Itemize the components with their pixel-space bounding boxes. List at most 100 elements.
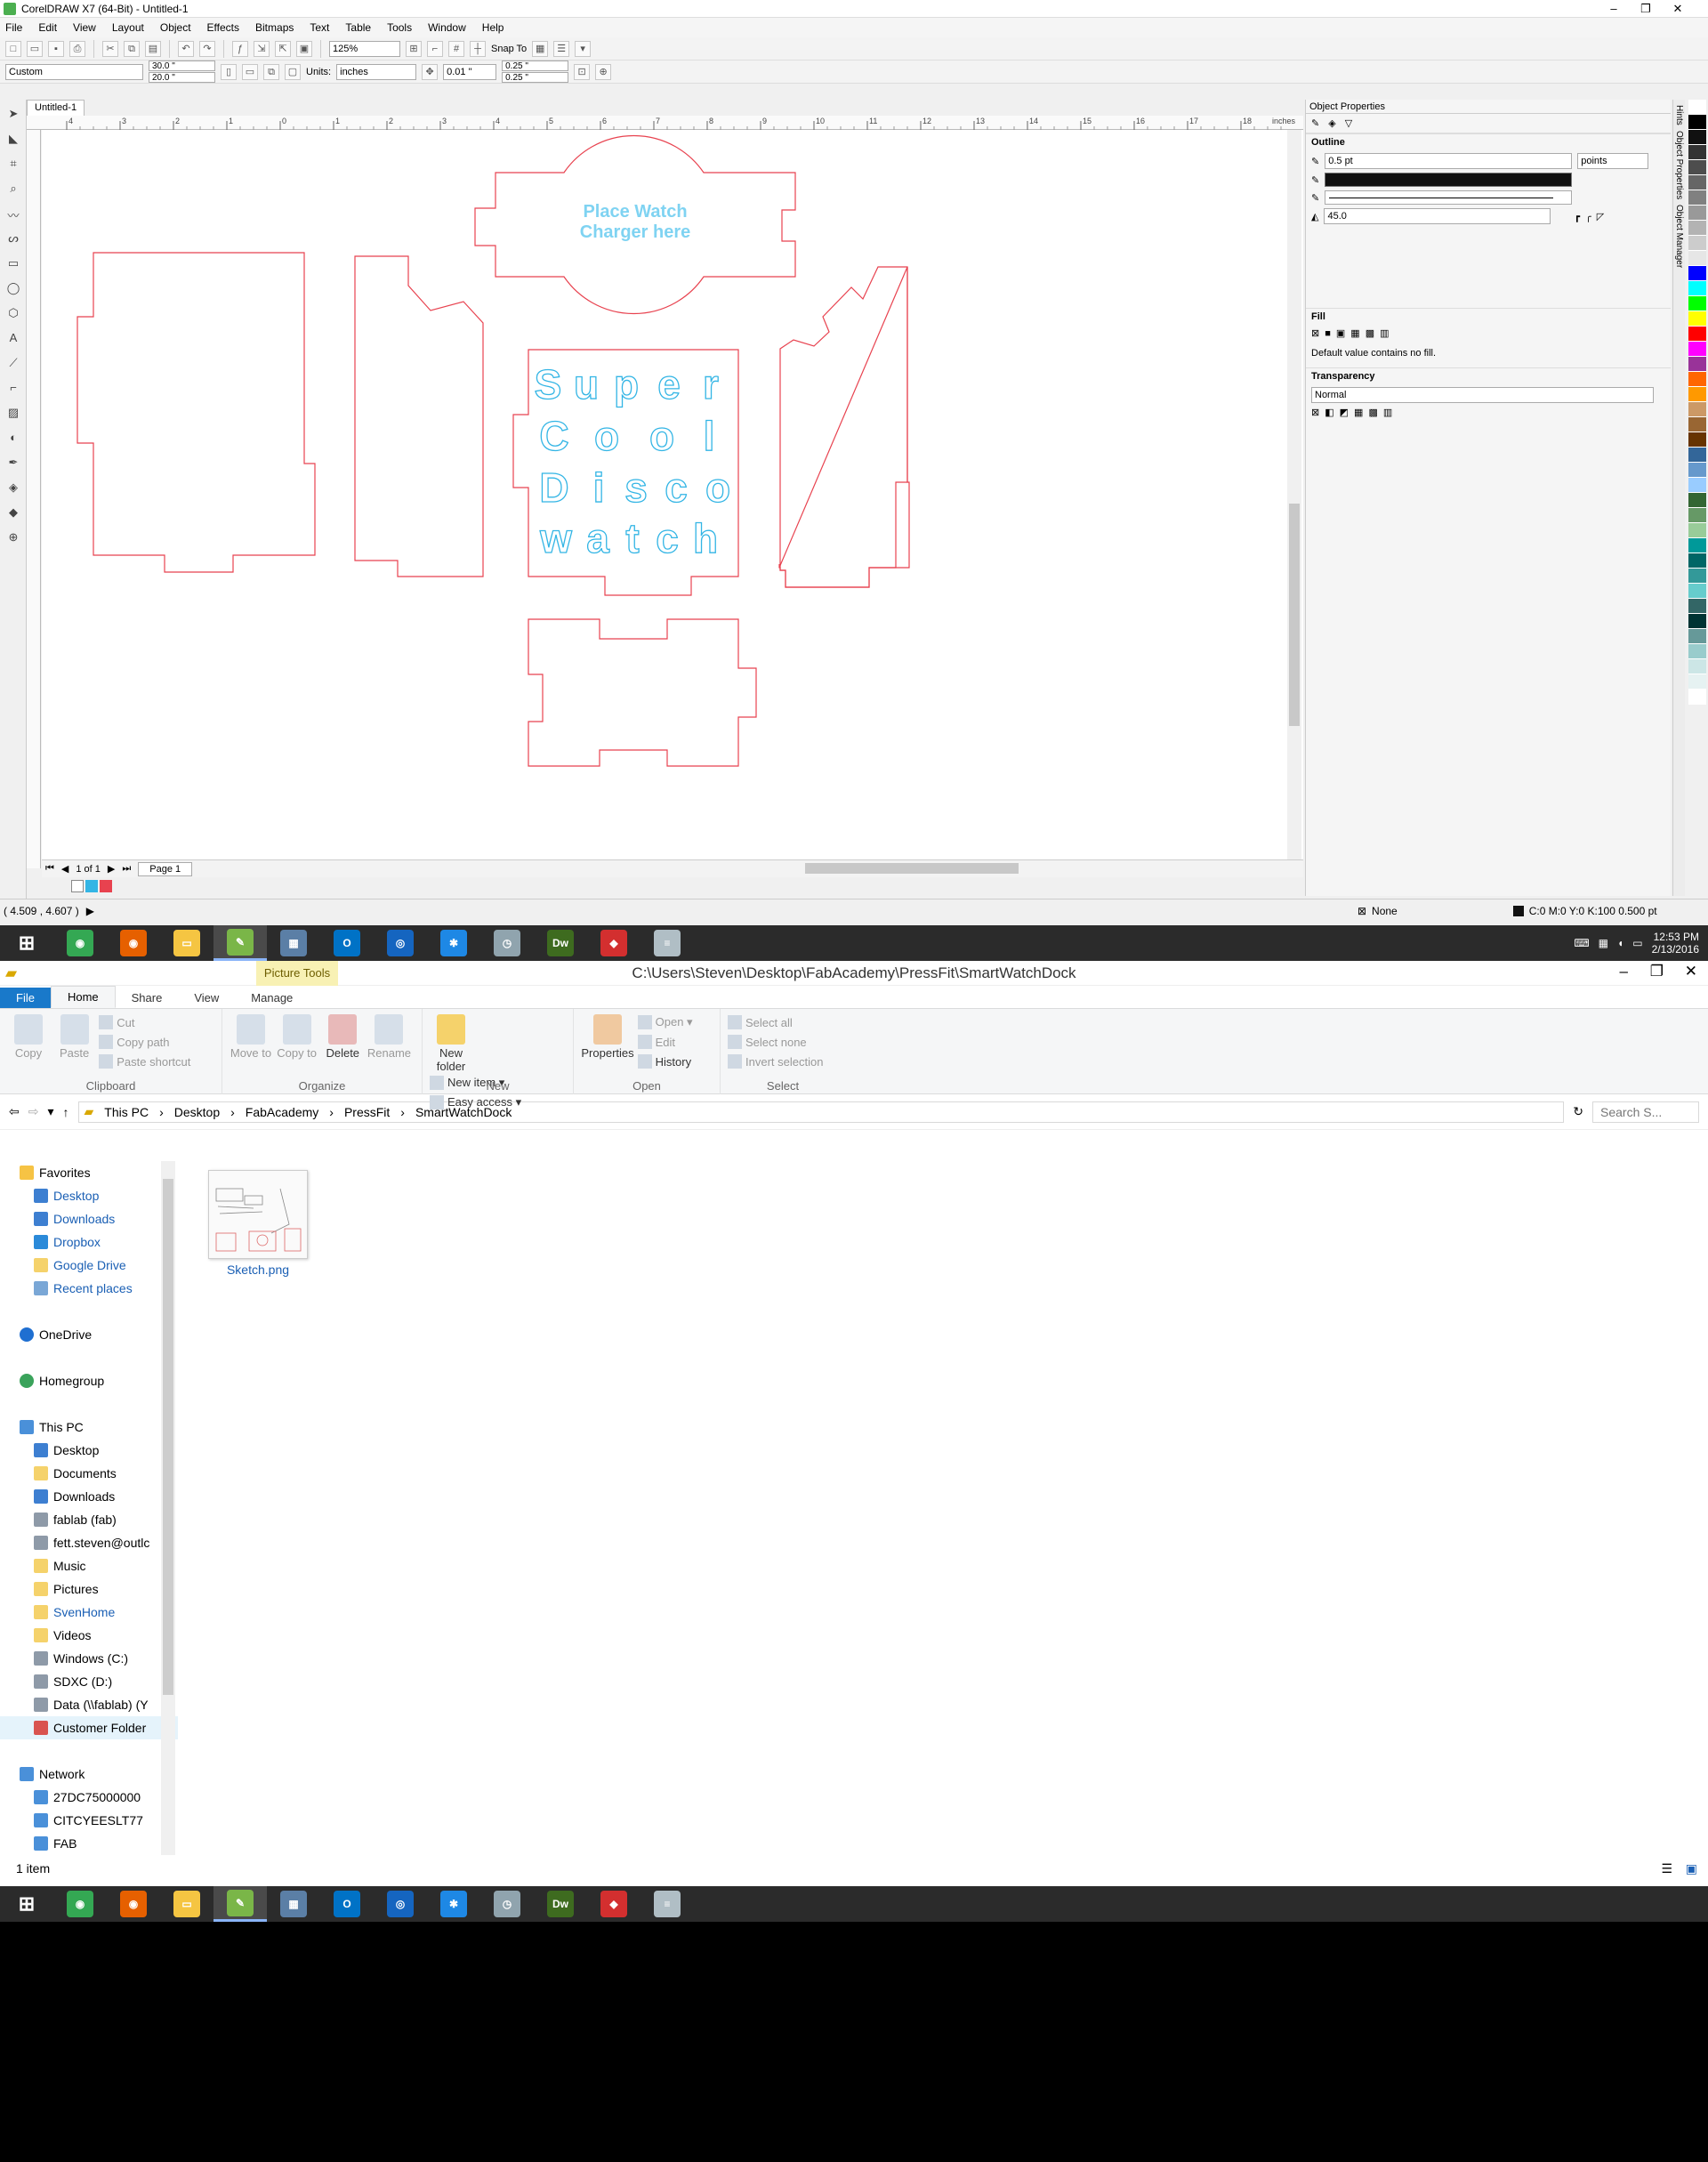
- pick-tool-icon[interactable]: ➤: [4, 107, 22, 125]
- no-color-swatch[interactable]: [71, 880, 84, 892]
- nav-network-item[interactable]: FAB: [0, 1832, 178, 1855]
- taskbar-sketchup-icon[interactable]: ◆: [587, 1886, 640, 1922]
- paste-icon[interactable]: ▤: [145, 40, 161, 57]
- menu-effects[interactable]: Effects: [207, 21, 239, 34]
- menu-layout[interactable]: Layout: [112, 21, 144, 34]
- rename-button[interactable]: Rename: [367, 1012, 411, 1060]
- nav-this-pc-item[interactable]: SDXC (D:): [0, 1670, 178, 1693]
- print-icon[interactable]: ⎙: [69, 40, 85, 57]
- copy-icon[interactable]: ⧉: [124, 40, 140, 57]
- palette-swatch[interactable]: [1688, 508, 1706, 523]
- palette-swatch[interactable]: [1688, 659, 1706, 674]
- taskbar-outlook-icon[interactable]: O: [320, 1886, 374, 1922]
- transparency-tab-icon[interactable]: ▽: [1345, 117, 1352, 129]
- search-content-icon[interactable]: ƒ: [232, 40, 248, 57]
- nav-scrollbar[interactable]: [161, 1161, 175, 1855]
- duplicate-y-field[interactable]: 0.25 ": [502, 72, 569, 83]
- taskbar-pinwheel-icon[interactable]: ✱: [427, 925, 480, 961]
- menu-object[interactable]: Object: [160, 21, 191, 34]
- forward-icon[interactable]: ⇨: [28, 1104, 39, 1119]
- treat-as-filled-icon[interactable]: ⊡: [574, 63, 591, 80]
- fill-tab-icon[interactable]: ◈: [1328, 117, 1335, 129]
- publish-pdf-icon[interactable]: ▣: [296, 40, 312, 57]
- breadcrumb-item[interactable]: FabAcademy: [246, 1105, 318, 1119]
- polygon-tool-icon[interactable]: ⬡: [4, 306, 22, 324]
- nav-network-item[interactable]: 27DC75000000: [0, 1786, 178, 1809]
- palette-swatch[interactable]: [1688, 357, 1706, 372]
- file-item[interactable]: Sketch.png: [200, 1170, 316, 1277]
- taskbar-dreamweaver-icon[interactable]: Dw: [534, 1886, 587, 1922]
- postscript-fill-icon[interactable]: ▥: [1380, 327, 1389, 339]
- invert-selection-button[interactable]: Invert selection: [728, 1052, 838, 1071]
- first-page-icon[interactable]: ⏮: [45, 863, 54, 875]
- properties-button[interactable]: Properties: [581, 1012, 634, 1060]
- taskbar-remote-icon[interactable]: ▦: [267, 1886, 320, 1922]
- palette-swatch[interactable]: [1688, 599, 1706, 614]
- taskbar-notepad-icon[interactable]: ≡: [640, 1886, 694, 1922]
- palette-swatch[interactable]: [1688, 130, 1706, 145]
- palette-swatch[interactable]: [1688, 569, 1706, 584]
- hints-tab[interactable]: Hints: [1674, 105, 1684, 125]
- up-icon[interactable]: ↑: [63, 1105, 69, 1119]
- copy-button[interactable]: Copy: [7, 1012, 50, 1060]
- palette-swatch[interactable]: [1688, 175, 1706, 190]
- zoom-level-select[interactable]: 125%: [329, 40, 400, 57]
- full-screen-icon[interactable]: ⊞: [406, 40, 422, 57]
- shape-tool-icon[interactable]: ◣: [4, 132, 22, 149]
- palette-swatch[interactable]: [1688, 523, 1706, 538]
- palette-swatch[interactable]: [1688, 327, 1706, 342]
- restore-icon[interactable]: ❐: [1633, 0, 1658, 18]
- launcher-icon[interactable]: ▾: [575, 40, 592, 57]
- artistic-media-icon[interactable]: ᔕ: [4, 231, 22, 249]
- breadcrumb-item[interactable]: Desktop: [174, 1105, 220, 1119]
- nav-favorite-item[interactable]: Dropbox: [0, 1230, 178, 1254]
- no-fill-icon[interactable]: ⊠: [1311, 327, 1319, 339]
- export-icon[interactable]: ⇱: [275, 40, 291, 57]
- cut-icon[interactable]: ✂: [102, 40, 118, 57]
- corner-round-icon[interactable]: ╭: [1585, 211, 1591, 222]
- duplicate-x-field[interactable]: 0.25 ": [502, 61, 569, 71]
- corner-style-icon[interactable]: ┏: [1574, 211, 1580, 222]
- current-page-icon[interactable]: ▢: [285, 63, 301, 80]
- edit-button[interactable]: Edit: [637, 1032, 693, 1052]
- nudge-distance-field[interactable]: 0.01 ": [443, 63, 497, 80]
- nav-homegroup[interactable]: Homegroup: [0, 1369, 178, 1392]
- history-button[interactable]: History: [637, 1052, 693, 1071]
- paste-button[interactable]: Paste: [53, 1012, 96, 1060]
- address-bar[interactable]: ▰ This PC › Desktop › FabAcademy › PressFit…: [77, 1101, 1565, 1123]
- prev-page-icon[interactable]: ◀: [61, 863, 68, 875]
- play-icon[interactable]: ▶: [86, 905, 94, 917]
- tab-file[interactable]: File: [0, 988, 51, 1008]
- parallel-dimension-icon[interactable]: ⟋: [4, 356, 22, 374]
- cut-button[interactable]: Cut: [99, 1012, 190, 1032]
- add-icon[interactable]: ⊕: [595, 63, 612, 80]
- taskbar-notepad-icon[interactable]: ≡: [640, 925, 694, 961]
- page-size-select[interactable]: Custom: [5, 63, 143, 80]
- palette-swatch[interactable]: [1688, 296, 1706, 311]
- snap-to-dropdown[interactable]: Snap To: [491, 44, 527, 54]
- rulers-icon[interactable]: ⌐: [427, 40, 443, 57]
- tab-manage[interactable]: Manage: [235, 988, 309, 1008]
- palette-swatch[interactable]: [1688, 538, 1706, 553]
- miter-limit-field[interactable]: 45.0: [1324, 208, 1551, 224]
- rectangle-tool-icon[interactable]: ▭: [4, 256, 22, 274]
- outline-color-select[interactable]: [1325, 173, 1573, 187]
- freehand-tool-icon[interactable]: 〰: [4, 206, 22, 224]
- taskbar-remote-icon[interactable]: ▦: [267, 925, 320, 961]
- taskbar-firefox-icon[interactable]: ◉: [107, 925, 160, 961]
- vertical-scrollbar[interactable]: [1287, 130, 1301, 859]
- menu-table[interactable]: Table: [345, 21, 371, 34]
- move-to-button[interactable]: Move to: [230, 1012, 272, 1060]
- all-pages-icon[interactable]: ⧉: [263, 63, 279, 80]
- smart-fill-icon[interactable]: ◆: [4, 505, 22, 523]
- corner-bevel-icon[interactable]: ◸: [1597, 211, 1604, 222]
- import-icon[interactable]: ⇲: [254, 40, 270, 57]
- nav-onedrive[interactable]: OneDrive: [0, 1323, 178, 1346]
- object-manager-tab[interactable]: Object Manager: [1674, 205, 1684, 268]
- minimize-icon[interactable]: –: [1620, 963, 1628, 980]
- grid-icon[interactable]: #: [448, 40, 464, 57]
- breadcrumb-item[interactable]: This PC: [104, 1105, 149, 1119]
- taskbar-chrome-icon[interactable]: ◉: [53, 1886, 107, 1922]
- next-page-icon[interactable]: ▶: [108, 863, 115, 875]
- portrait-icon[interactable]: ▯: [221, 63, 237, 80]
